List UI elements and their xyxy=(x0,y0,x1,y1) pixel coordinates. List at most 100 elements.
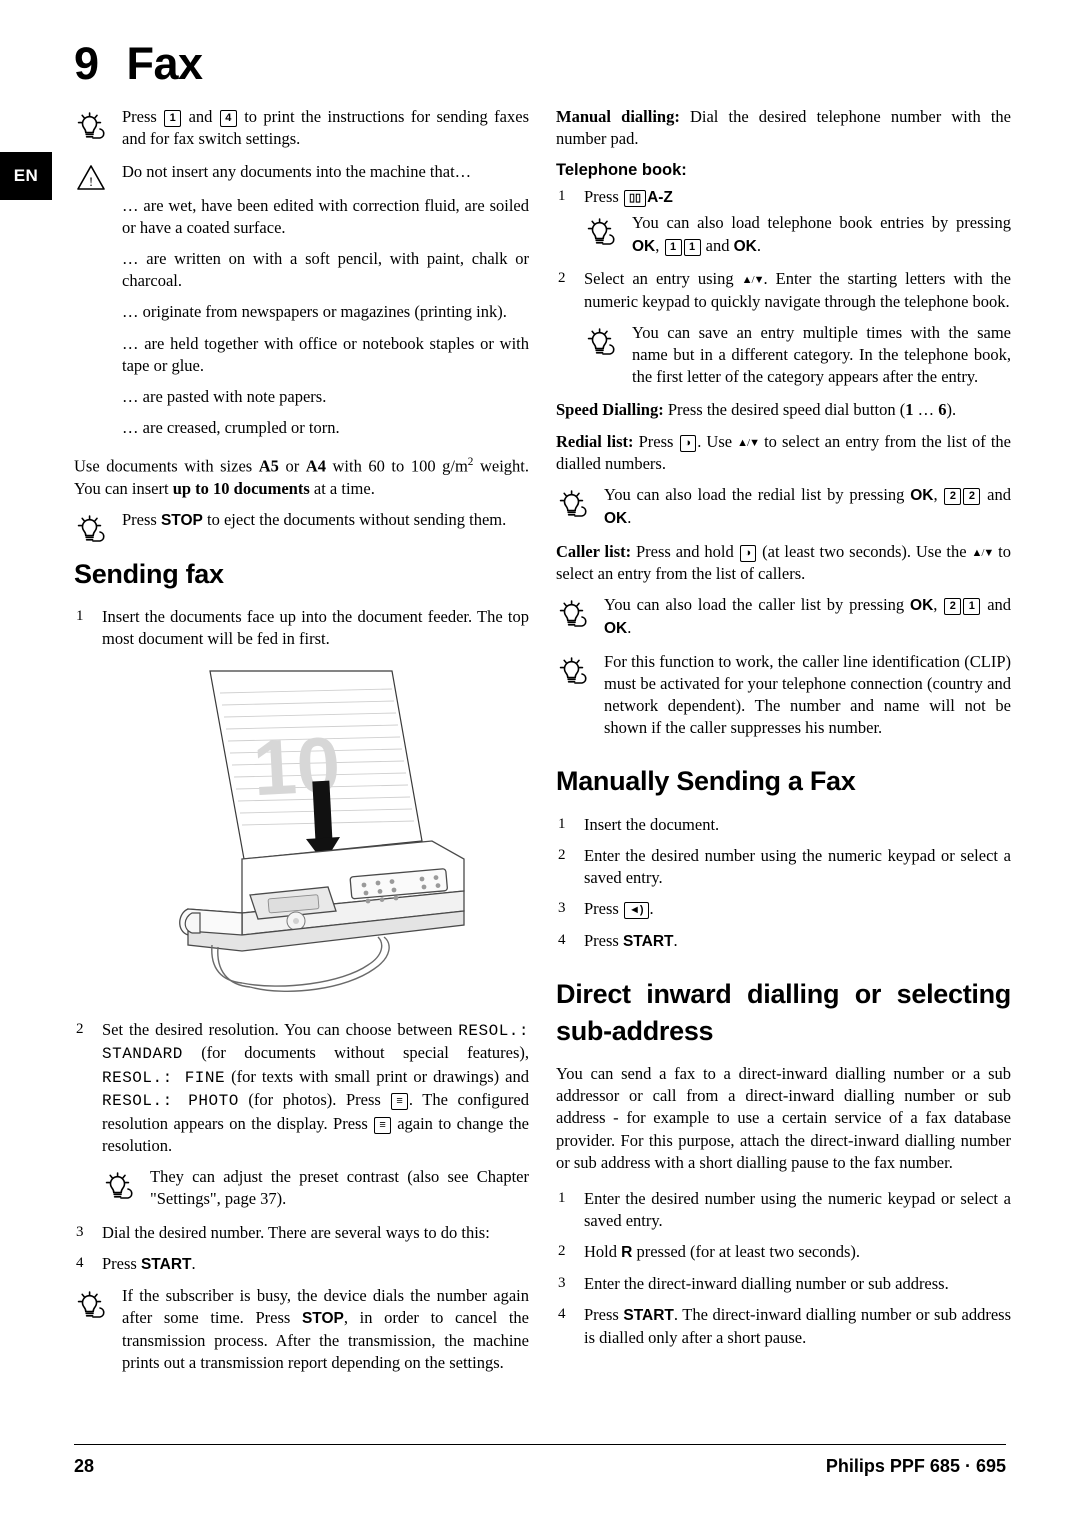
sending-fax-step-4: 4 Press START. xyxy=(74,1253,529,1276)
warning-item-2: … are written on with a soft pencil, wit… xyxy=(122,248,529,291)
tip-text: For this function to work, the caller li… xyxy=(604,651,1011,738)
speed-dialling-label: Speed Dialling: xyxy=(556,400,664,420)
telephone-book-step-2: 2 Select an entry using ▲/▼. Enter the s… xyxy=(556,268,1011,312)
tip-clip-activation: For this function to work, the caller li… xyxy=(556,651,1011,740)
manually-sending-step-4: 4 Press START. xyxy=(556,930,1011,953)
step-text: Enter the desired number using the numer… xyxy=(584,845,1011,888)
document-sizes-paragraph: Use documents with sizes A5 or A4 with 6… xyxy=(74,456,529,498)
step-text: Dial the desired number. There are sever… xyxy=(102,1222,490,1242)
warning-item-1: … are wet, have been edited with correct… xyxy=(122,195,529,237)
key-1-icon: 1 xyxy=(164,110,182,127)
step-number: 2 xyxy=(558,1243,566,1260)
step-number: 4 xyxy=(76,1254,84,1271)
direct-inward-step-3: 3 Enter the direct-inward dialling numbe… xyxy=(556,1273,1011,1295)
hint-icon xyxy=(74,107,114,141)
step-number: 4 xyxy=(558,931,566,948)
step-text: Press START. The direct-inward dialling … xyxy=(584,1305,1011,1348)
telephone-book-step-1: 1 Press ▯▯ A-Z xyxy=(556,186,1011,209)
step-number: 1 xyxy=(558,1189,566,1206)
right-column: Manual dialling: Dial the desired teleph… xyxy=(556,106,1011,1358)
step-number: 2 xyxy=(558,846,566,863)
step-number: 2 xyxy=(76,1020,84,1037)
step-number: 4 xyxy=(558,1306,566,1323)
tip-load-caller-list: You can also load the caller list by pre… xyxy=(556,594,1011,640)
step-text: Insert the documents face up into the do… xyxy=(102,607,529,649)
manually-sending-step-2: 2 Enter the desired number using the num… xyxy=(556,845,1011,889)
heading-manually-sending-fax: Manually Sending a Fax xyxy=(556,766,856,797)
step-number: 1 xyxy=(76,608,84,625)
up-down-arrows-icon: ▲/▼ xyxy=(737,436,760,449)
redial-list-label: Redial list: xyxy=(556,431,634,451)
fax-machine-figure: 10 xyxy=(74,663,529,1009)
footer-model-name: Philips PPF 685 · 695 xyxy=(825,1456,1006,1476)
tip-print-instructions: Press 1 and 4 to print the instructions … xyxy=(74,106,529,150)
key-2-icon: 2 xyxy=(963,487,981,505)
hint-icon xyxy=(584,323,624,357)
stop-key-label: STOP xyxy=(301,1309,344,1327)
az-key-label: A-Z xyxy=(647,188,673,206)
svg-text:!: ! xyxy=(89,174,93,189)
direct-inward-step-2: 2 Hold R pressed (for at least two secon… xyxy=(556,1241,1011,1264)
r-key-label: R xyxy=(621,1244,633,1262)
warning-item-3: … originate from newspapers or magazines… xyxy=(122,302,507,322)
heading-direct-inward-dialling: Direct inward dialling or selecting sub-… xyxy=(556,979,1011,1046)
hint-icon xyxy=(102,1167,142,1201)
warning-icon: ! xyxy=(74,162,114,196)
warning-intro: Do not insert any documents into the mac… xyxy=(122,162,472,182)
sending-fax-step-1: 1 Insert the documents face up into the … xyxy=(74,606,529,650)
phonebook-key-icon: ▯▯ xyxy=(623,189,647,207)
caller-list-label: Caller list: xyxy=(556,541,632,561)
heading-telephone-book: Telephone book: xyxy=(556,161,687,180)
step-number: 1 xyxy=(558,187,566,204)
up-down-arrows-icon: ▲/▼ xyxy=(971,546,994,559)
footer-page-number: 28 xyxy=(74,1456,95,1476)
warning-item-4: … are held together with office or noteb… xyxy=(122,333,529,375)
start-key-label: START xyxy=(622,932,674,950)
redial-key-icon: ◑ xyxy=(679,434,697,452)
manual-dialling-label: Manual dialling: xyxy=(556,107,680,126)
tip-text: You can save an entry multiple times wit… xyxy=(632,322,1011,387)
step-text: Enter the desired number using the numer… xyxy=(584,1188,1011,1231)
step-text: Press ▯▯ A-Z xyxy=(584,186,673,207)
warning-item-5: … are pasted with note papers. xyxy=(122,386,327,406)
key-1-icon: 1 xyxy=(963,598,981,615)
direct-inward-step-1: 1 Enter the desired number using the num… xyxy=(556,1188,1011,1232)
key-1-icon: 1 xyxy=(683,238,701,256)
hint-icon xyxy=(556,485,596,519)
step-text: Set the desired resolution. You can choo… xyxy=(102,1019,529,1156)
step-text: Enter the direct-inward dialling number … xyxy=(584,1274,949,1294)
redial-list-paragraph: Redial list: Press ◑. Use ▲/▼ to select … xyxy=(556,431,1011,473)
step-text: Select an entry using ▲/▼. Enter the sta… xyxy=(584,269,1011,311)
direct-inward-intro: You can send a fax to a direct-inward di… xyxy=(556,1063,1011,1172)
warning-no-documents: ! Do not insert any documents into the m… xyxy=(74,161,529,191)
ok-key-label: OK xyxy=(733,237,757,255)
step-number: 3 xyxy=(76,1223,84,1240)
chapter-number: 9 xyxy=(74,38,99,89)
manually-sending-step-3: 3 Press ◄). xyxy=(556,898,1011,920)
speaker-key-icon: ◄) xyxy=(623,902,649,920)
hint-icon xyxy=(584,213,624,247)
tip-busy-redial: If the subscriber is busy, the device di… xyxy=(74,1285,529,1374)
footer-divider xyxy=(74,1444,1006,1445)
key-2-icon: 2 xyxy=(944,598,962,615)
up-down-arrows-icon: ▲/▼ xyxy=(741,274,765,287)
tip-text: They can adjust the preset contrast (als… xyxy=(150,1167,529,1209)
tip-stop-eject: Press STOP to eject the documents withou… xyxy=(74,509,529,542)
ok-key-label: OK xyxy=(604,509,628,527)
step-text: Press ◄). xyxy=(584,899,654,920)
start-key-label: START xyxy=(140,1255,192,1273)
stop-key-label: STOP xyxy=(160,512,203,530)
step-text: Insert the document. xyxy=(584,814,720,834)
speed-dialling-paragraph: Speed Dialling: Press the desired speed … xyxy=(556,400,957,420)
sending-fax-step-2: 2 Set the desired resolution. You can ch… xyxy=(74,1019,529,1157)
hint-icon xyxy=(74,510,114,544)
caller-list-paragraph: Caller list: Press and hold ◑ (at least … xyxy=(556,541,1012,583)
hint-icon xyxy=(556,652,596,686)
document-page: EN 9 Fax Press 1 and 4 to print the inst… xyxy=(0,0,1080,1529)
resol-fine-value: RESOL.: FINE xyxy=(102,1068,226,1087)
left-column: Press 1 and 4 to print the instructions … xyxy=(74,106,529,1385)
step-text: Press START. xyxy=(102,1253,196,1273)
resol-standard-value: RESOL.: STANDARD xyxy=(102,1021,529,1064)
key-4-icon: 4 xyxy=(219,110,237,127)
ok-key-label: OK xyxy=(910,486,934,504)
